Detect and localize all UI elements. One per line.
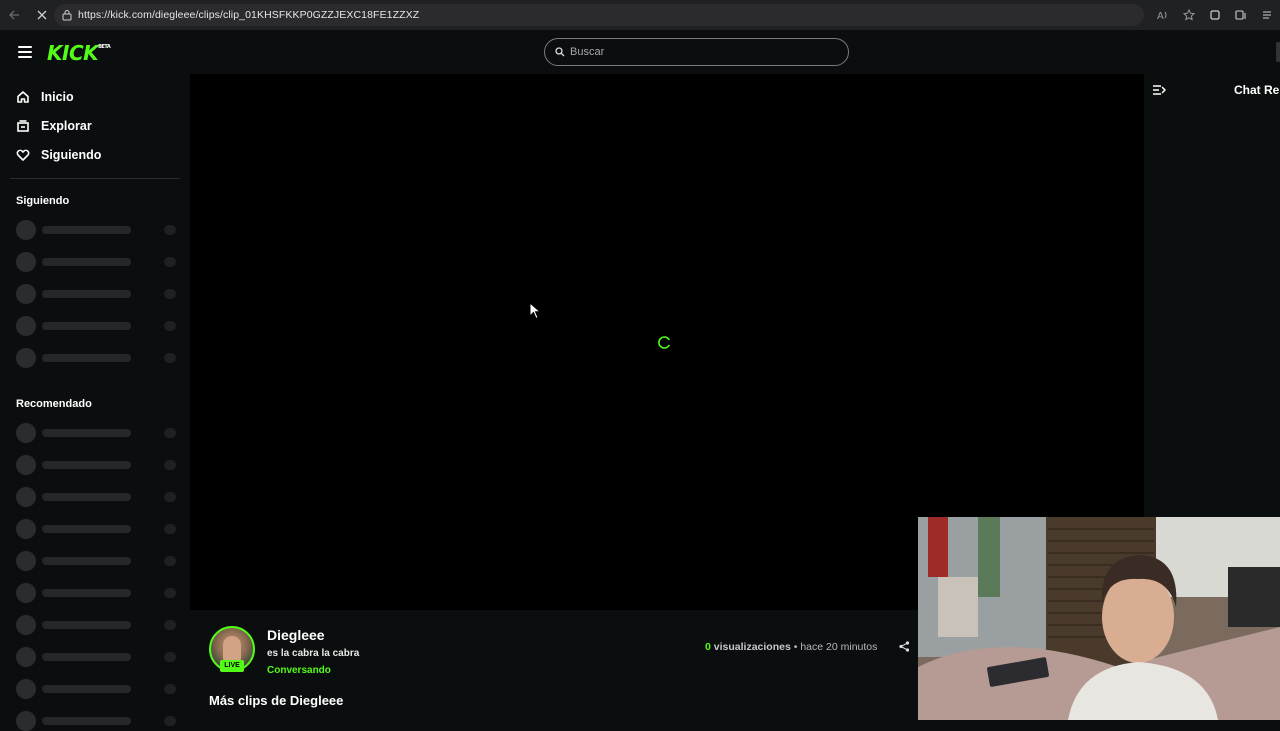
streamer-name[interactable]: Diegleee xyxy=(267,627,325,643)
recommended-skeleton-item xyxy=(16,551,180,571)
live-badge: LIVE xyxy=(220,660,244,672)
recommended-skeleton-item xyxy=(16,455,180,475)
svg-text:A: A xyxy=(1157,11,1164,21)
sidebar-item-label: Siguiendo xyxy=(41,148,102,162)
sidebar-item-label: Explorar xyxy=(41,119,92,133)
kick-logo[interactable]: KICKBETA xyxy=(47,41,111,65)
following-skeleton-item xyxy=(16,284,180,304)
stop-loading-icon[interactable] xyxy=(28,0,56,30)
site-header: KICKBETA xyxy=(0,30,1280,74)
browser-toolbar: https://kick.com/diegleee/clips/clip_01K… xyxy=(0,0,1280,30)
search-icon xyxy=(555,47,565,57)
search-box[interactable] xyxy=(544,38,849,66)
clip-time: hace 20 minutos xyxy=(800,641,878,653)
mouse-cursor-icon xyxy=(529,302,541,320)
recommended-skeleton-item xyxy=(16,583,180,603)
collections-icon[interactable] xyxy=(1228,0,1254,30)
share-icon[interactable] xyxy=(899,641,910,652)
user-button-edge[interactable] xyxy=(1276,42,1280,62)
webcam-scene xyxy=(918,517,1280,720)
clip-stats: 0 visualizaciones • hace 20 minutos xyxy=(705,641,877,653)
webcam-overlay xyxy=(918,517,1280,720)
collapse-chat-icon[interactable] xyxy=(1152,84,1166,96)
chat-panel: Chat Rep xyxy=(1144,74,1280,517)
address-bar[interactable]: https://kick.com/diegleee/clips/clip_01K… xyxy=(54,4,1144,26)
sidebar-item-siguiendo[interactable]: Siguiendo xyxy=(16,145,101,165)
more-clips-heading: Más clips de Diegleee xyxy=(209,693,344,708)
recommended-skeleton-item xyxy=(16,519,180,539)
read-aloud-icon[interactable]: A xyxy=(1150,0,1176,30)
search-input[interactable] xyxy=(570,46,830,58)
recommended-skeleton-item xyxy=(16,711,180,731)
sidebar-item-explorar[interactable]: Explorar xyxy=(16,116,92,136)
menu-icon[interactable] xyxy=(18,46,32,58)
lock-icon xyxy=(62,10,72,21)
logo-beta-tag: BETA xyxy=(98,44,111,50)
recommended-skeleton-item xyxy=(16,679,180,699)
explore-icon xyxy=(17,120,29,132)
recommended-skeleton-item xyxy=(16,423,180,443)
loading-spinner-icon xyxy=(658,336,670,349)
sidebar-item-label: Inicio xyxy=(41,90,74,104)
back-icon[interactable] xyxy=(0,0,28,30)
recommended-skeleton-item xyxy=(16,487,180,507)
clip-title: es la cabra la cabra xyxy=(267,648,360,659)
following-skeleton-item xyxy=(16,220,180,240)
views-count: 0 xyxy=(705,641,711,653)
category-link[interactable]: Conversando xyxy=(267,665,331,676)
following-skeleton-item xyxy=(16,316,180,336)
views-label: visualizaciones xyxy=(713,641,791,653)
recommended-skeleton-item xyxy=(16,647,180,667)
sidebar: Inicio Explorar Siguiendo Siguiendo Reco… xyxy=(0,74,188,731)
logo-text: KICK xyxy=(47,41,99,65)
heart-icon xyxy=(16,149,30,161)
favorite-star-icon[interactable] xyxy=(1176,0,1202,30)
following-skeleton-item xyxy=(16,252,180,272)
recommended-skeleton-item xyxy=(16,615,180,635)
stats-separator: • xyxy=(793,641,798,653)
recommended-section-title: Recomendado xyxy=(16,398,92,410)
favorites-bar-icon[interactable] xyxy=(1254,0,1280,30)
clip-info: LIVE Diegleee es la cabra la cabra Conve… xyxy=(190,610,918,720)
url-text: https://kick.com/diegleee/clips/clip_01K… xyxy=(78,9,420,21)
home-icon xyxy=(17,91,29,103)
extensions-icon[interactable] xyxy=(1202,0,1228,30)
sidebar-divider xyxy=(10,178,180,179)
following-section-title: Siguiendo xyxy=(16,195,70,207)
chat-title: Chat Rep xyxy=(1234,83,1280,97)
sidebar-item-inicio[interactable]: Inicio xyxy=(16,87,74,107)
following-skeleton-item xyxy=(16,348,180,368)
